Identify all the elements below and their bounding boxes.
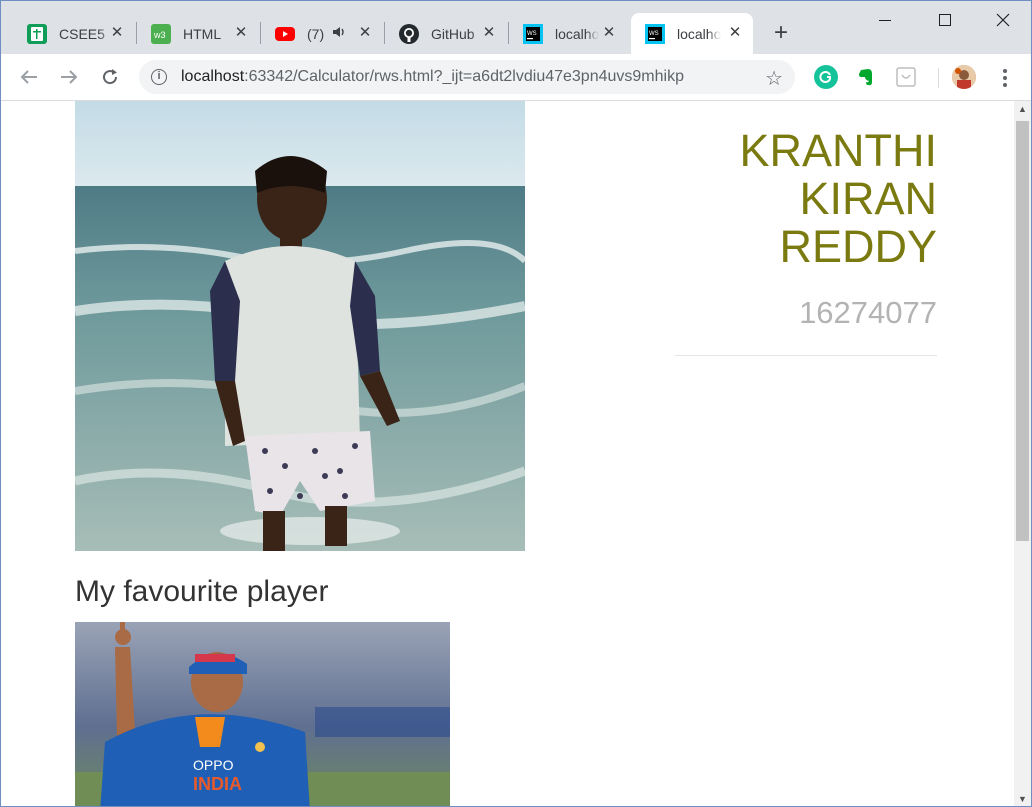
favourite-player-heading: My favourite player <box>75 575 329 608</box>
student-id: 16274077 <box>799 295 937 330</box>
webstorm-icon: WS <box>523 23 543 44</box>
svg-text:w3: w3 <box>153 30 166 39</box>
youtube-icon <box>275 24 295 44</box>
tab-title: HTML <box>183 25 222 42</box>
url-path: :63342/Calculator/rws.html?_ijt=a6dt2lvd… <box>244 68 684 85</box>
close-icon[interactable]: ✕ <box>233 25 249 41</box>
menu-kebab-icon[interactable] <box>993 66 1017 90</box>
tab-title: (7) <box>307 25 325 42</box>
close-icon[interactable]: ✕ <box>727 25 743 41</box>
tab-strip: CSEE5 ✕ w3 HTML ✕ (7) ✕ GitHub ✕ WS loca… <box>1 1 1031 54</box>
tab-csee[interactable]: CSEE5 ✕ <box>13 13 135 54</box>
close-icon[interactable]: ✕ <box>601 25 617 41</box>
speaker-icon[interactable] <box>333 25 347 43</box>
back-button[interactable] <box>15 63 43 91</box>
minimize-button[interactable] <box>865 7 905 33</box>
address-bar[interactable]: i localhost:63342/Calculator/rws.html?_i… <box>139 60 795 94</box>
svg-text:WS: WS <box>649 31 659 37</box>
tab-title: localho <box>555 25 599 42</box>
scroll-down-arrow-icon[interactable]: ▼ <box>1014 791 1031 806</box>
close-icon[interactable]: ✕ <box>481 25 497 41</box>
url-host: localhost <box>181 68 245 85</box>
svg-text:WS: WS <box>527 31 537 37</box>
jersey-team: INDIA <box>193 774 242 794</box>
github-icon <box>399 23 419 44</box>
tab-title: CSEE5 <box>59 25 105 42</box>
vertical-scrollbar[interactable]: ▲ ▼ <box>1014 101 1031 806</box>
toolbar-separator <box>938 68 939 88</box>
tab-title: GitHub <box>431 25 475 42</box>
tab-title: localho <box>677 25 721 42</box>
tab-github[interactable]: GitHub ✕ <box>385 13 507 54</box>
profile-header: KRANTHI KIRAN REDDY 16274077 <box>675 127 937 356</box>
divider <box>675 355 937 356</box>
maximize-button[interactable] <box>925 7 965 33</box>
scroll-thumb[interactable] <box>1016 121 1029 541</box>
close-icon[interactable]: ✕ <box>357 25 373 41</box>
new-tab-button[interactable]: + <box>768 21 794 47</box>
tab-localhost-1[interactable]: WS localho ✕ <box>509 13 627 54</box>
forward-button[interactable] <box>55 63 83 91</box>
avatar[interactable] <box>952 65 976 89</box>
webstorm-icon: WS <box>645 23 665 44</box>
toolbar: i localhost:63342/Calculator/rws.html?_i… <box>1 54 1031 101</box>
extension-icon[interactable] <box>894 65 918 89</box>
evernote-icon[interactable] <box>854 65 878 89</box>
tab-localhost-active[interactable]: WS localho ✕ <box>631 13 753 54</box>
url-text[interactable]: localhost:63342/Calculator/rws.html?_ijt… <box>181 68 684 86</box>
browser-window: CSEE5 ✕ w3 HTML ✕ (7) ✕ GitHub ✕ WS loca… <box>0 0 1032 807</box>
close-window-button[interactable] <box>983 7 1023 33</box>
close-icon[interactable]: ✕ <box>109 25 125 41</box>
page-viewport: KRANTHI KIRAN REDDY 16274077 My favourit… <box>1 101 1014 806</box>
profile-photo <box>75 101 525 551</box>
favourite-player-photo: OPPO INDIA <box>75 622 450 806</box>
scroll-up-arrow-icon[interactable]: ▲ <box>1014 101 1031 118</box>
jersey-brand: OPPO <box>193 757 234 773</box>
info-icon[interactable]: i <box>151 69 167 85</box>
sheets-icon <box>27 23 47 44</box>
student-name: KRANTHI KIRAN REDDY <box>739 125 937 272</box>
tab-html[interactable]: w3 HTML ✕ <box>137 13 259 54</box>
reload-button[interactable] <box>96 63 124 91</box>
bookmark-star-icon[interactable]: ☆ <box>765 66 783 91</box>
grammarly-icon[interactable] <box>814 65 838 89</box>
tab-youtube[interactable]: (7) ✕ <box>261 13 383 54</box>
w3schools-icon: w3 <box>151 23 171 44</box>
